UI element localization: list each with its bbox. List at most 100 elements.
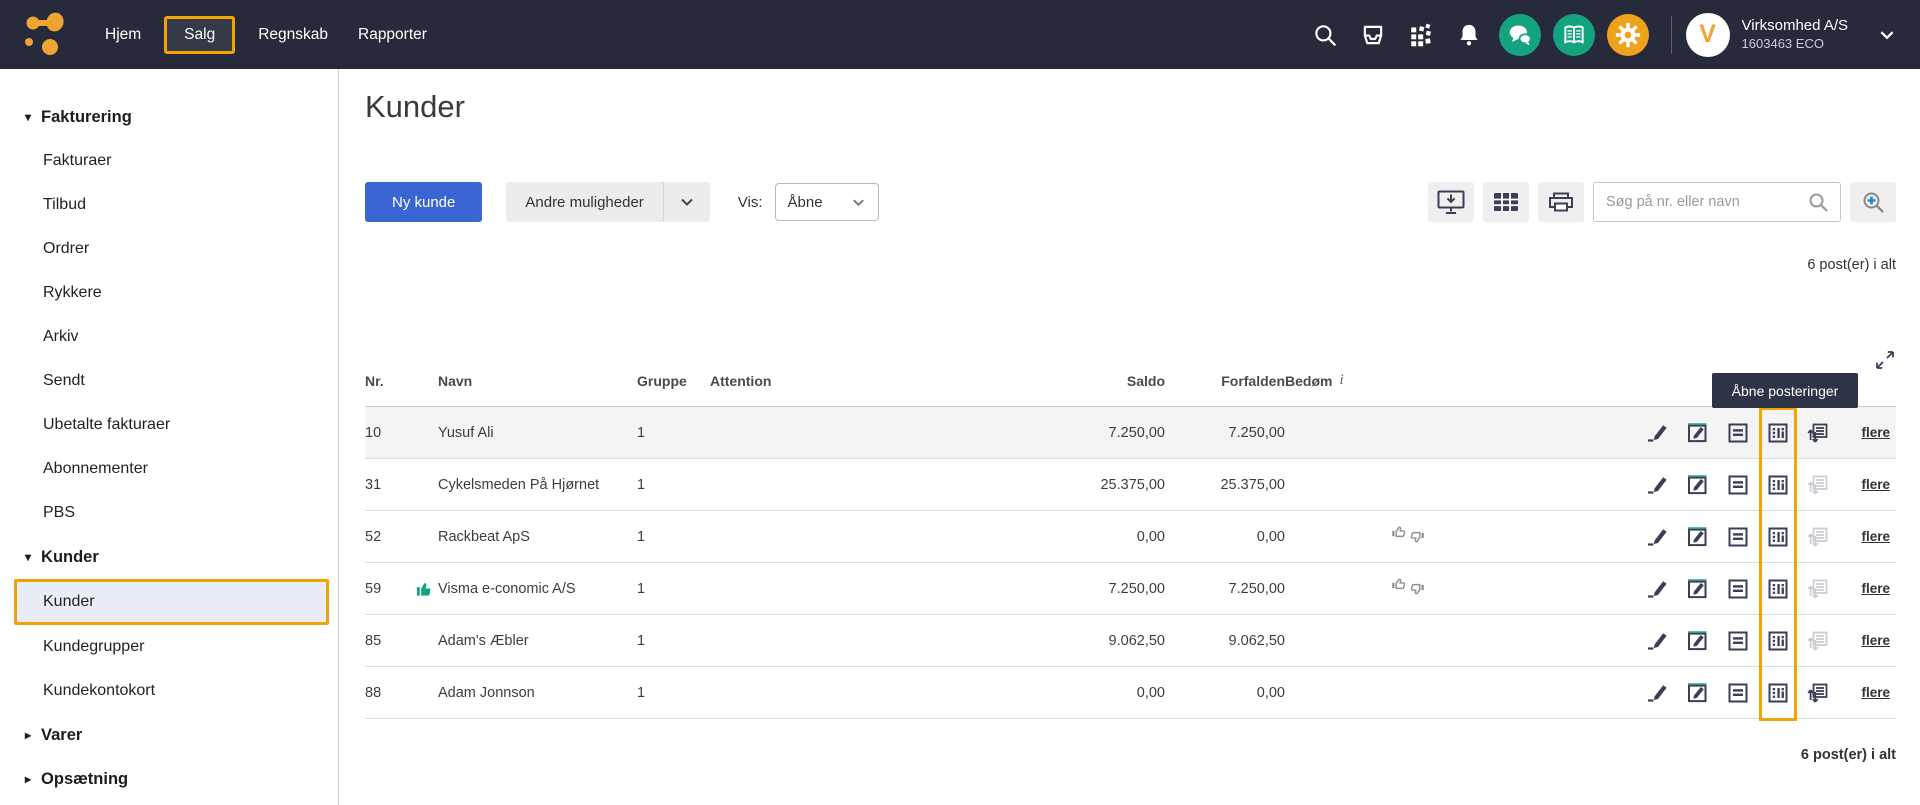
customer-name[interactable]: Cykelsmeden På Hjørnet — [438, 477, 599, 493]
nav-item-salg[interactable]: Salg — [164, 16, 235, 54]
more-link[interactable]: flere — [1861, 477, 1890, 492]
more-link[interactable]: flere — [1861, 529, 1890, 544]
table-row[interactable]: 59 Visma e-conomic A/S 1 7.250,00 7.250,… — [365, 563, 1896, 615]
chevron-down-icon[interactable] — [1878, 26, 1896, 44]
sidebar-item-ordrer[interactable]: Ordrer — [0, 227, 338, 271]
invoices-button[interactable] — [1718, 525, 1758, 549]
advanced-search-button[interactable] — [1850, 182, 1896, 222]
sidebar-header-opsaetning[interactable]: ▸ Opsætning — [0, 757, 338, 801]
col-header-forfalden[interactable]: Forfalden — [1165, 373, 1285, 389]
print-button[interactable] — [1538, 182, 1584, 222]
search-input[interactable] — [1594, 194, 1796, 210]
other-options-button[interactable]: Andre muligheder — [506, 182, 709, 222]
customer-name[interactable]: Adam's Æbler — [438, 633, 529, 649]
sidebar-item-kundekontokort[interactable]: Kundekontokort — [0, 669, 338, 713]
sidebar-item-sendt[interactable]: Sendt — [0, 359, 338, 403]
edit-pen-button[interactable] — [1638, 629, 1678, 653]
more-link[interactable]: flere — [1861, 685, 1890, 700]
edit-pen-button[interactable] — [1638, 525, 1678, 549]
transfer-button[interactable] — [1798, 681, 1838, 705]
company-switcher[interactable]: Virksomhed A/S 1603463 ECO — [1742, 16, 1848, 52]
col-header-attention[interactable]: Attention — [710, 373, 860, 389]
sidebar-item-abonnementer[interactable]: Abonnementer — [0, 447, 338, 491]
more-link[interactable]: flere — [1861, 425, 1890, 440]
settings-button[interactable] — [1607, 14, 1649, 56]
rate-thumbs-icon[interactable] — [1391, 575, 1425, 598]
more-link[interactable]: flere — [1861, 581, 1890, 596]
col-header-saldo[interactable]: Saldo — [860, 373, 1165, 389]
invoices-button[interactable] — [1718, 473, 1758, 497]
search-submit[interactable] — [1796, 191, 1840, 213]
col-header-gruppe[interactable]: Gruppe — [637, 373, 710, 389]
edit-customer-button[interactable] — [1678, 525, 1718, 549]
customer-name[interactable]: Visma e-conomic A/S — [438, 581, 576, 597]
edit-customer-button[interactable] — [1678, 577, 1718, 601]
show-filter-select[interactable]: Åbne — [775, 183, 879, 221]
records-count-bottom: 6 post(er) i alt — [1801, 747, 1896, 763]
notifications-bell-icon[interactable] — [1456, 22, 1482, 48]
edit-pen-button[interactable] — [1638, 577, 1678, 601]
edit-pen-button[interactable] — [1638, 681, 1678, 705]
expand-table-button[interactable] — [1874, 349, 1896, 376]
edit-customer-button[interactable] — [1678, 473, 1718, 497]
edit-customer-button[interactable] — [1678, 681, 1718, 705]
transfer-button-disabled — [1798, 473, 1838, 497]
invoices-button[interactable] — [1718, 421, 1758, 445]
sidebar-item-ubetalte-fakturaer[interactable]: Ubetalte fakturaer — [0, 403, 338, 447]
open-entries-button[interactable] — [1758, 421, 1798, 445]
customer-name[interactable]: Rackbeat ApS — [438, 529, 530, 545]
customer-name[interactable]: Adam Jonnson — [438, 685, 535, 701]
table-row[interactable]: 52 Rackbeat ApS 1 0,00 0,00 flere — [365, 511, 1896, 563]
open-entries-button[interactable] — [1758, 629, 1798, 653]
sidebar-header-varer[interactable]: ▸ Varer — [0, 713, 338, 757]
col-header-nr[interactable]: Nr. — [365, 373, 438, 389]
open-entries-button[interactable] — [1758, 681, 1798, 705]
invoices-button[interactable] — [1718, 577, 1758, 601]
edit-customer-button[interactable] — [1678, 629, 1718, 653]
economic-logo[interactable] — [20, 10, 74, 60]
sidebar-item-kundegrupper[interactable]: Kundegrupper — [0, 625, 338, 669]
open-entries-button[interactable] — [1758, 525, 1798, 549]
more-link[interactable]: flere — [1861, 633, 1890, 648]
edit-pen-button[interactable] — [1638, 421, 1678, 445]
sidebar-item-arkiv[interactable]: Arkiv — [0, 315, 338, 359]
inbox-icon[interactable] — [1360, 22, 1386, 48]
sidebar-item-kunder-selected[interactable]: Kunder — [14, 579, 329, 625]
company-avatar[interactable]: V — [1686, 13, 1730, 57]
customer-name[interactable]: Yusuf Ali — [438, 425, 494, 441]
nav-item-regnskab[interactable]: Regnskab — [243, 16, 343, 54]
sidebar-item-rykkere[interactable]: Rykkere — [0, 271, 338, 315]
sidebar-item-pbs[interactable]: PBS — [0, 491, 338, 535]
nav-item-hjem[interactable]: Hjem — [90, 16, 156, 54]
sidebar-header-kunder[interactable]: ▾ Kunder — [0, 535, 338, 579]
chevron-down-icon[interactable] — [663, 182, 710, 222]
nav-item-rapporter[interactable]: Rapporter — [343, 16, 442, 54]
chat-support-button[interactable] — [1499, 14, 1541, 56]
apps-grid-icon[interactable] — [1408, 22, 1434, 48]
search-icon[interactable] — [1312, 22, 1338, 48]
open-entries-button[interactable] — [1758, 473, 1798, 497]
transfer-icon — [1806, 681, 1830, 705]
sidebar-item-fakturaer[interactable]: Fakturaer — [0, 139, 338, 183]
table-row[interactable]: 85 Adam's Æbler 1 9.062,50 9.062,50 fler… — [365, 615, 1896, 667]
rate-thumbs-icon[interactable] — [1391, 523, 1425, 546]
table-row[interactable]: 10 Yusuf Ali 1 7.250,00 7.250,00 flere — [365, 407, 1896, 459]
invoices-button[interactable] — [1718, 681, 1758, 705]
transfer-button[interactable] — [1798, 421, 1838, 445]
table-row[interactable]: 88 Adam Jonnson 1 0,00 0,00 flere — [365, 667, 1896, 719]
sidebar-header-fakturering[interactable]: ▾ Fakturering — [0, 95, 338, 139]
help-book-button[interactable] — [1553, 14, 1595, 56]
edit-customer-button[interactable] — [1678, 421, 1718, 445]
edit-pen-button[interactable] — [1638, 473, 1678, 497]
new-customer-button[interactable]: Ny kunde — [365, 182, 482, 222]
table-row[interactable]: 31 Cykelsmeden På Hjørnet 1 25.375,00 25… — [365, 459, 1896, 511]
column-layout-button[interactable] — [1483, 182, 1529, 222]
export-button[interactable] — [1428, 182, 1474, 222]
col-header-bedom[interactable]: Bedøm — [1285, 373, 1332, 389]
col-header-navn[interactable]: Navn — [438, 373, 637, 389]
sidebar-item-tilbud[interactable]: Tilbud — [0, 183, 338, 227]
open-entries-button[interactable] — [1758, 577, 1798, 601]
info-icon[interactable]: i — [1339, 372, 1343, 389]
document-lines-icon — [1726, 473, 1750, 497]
invoices-button[interactable] — [1718, 629, 1758, 653]
